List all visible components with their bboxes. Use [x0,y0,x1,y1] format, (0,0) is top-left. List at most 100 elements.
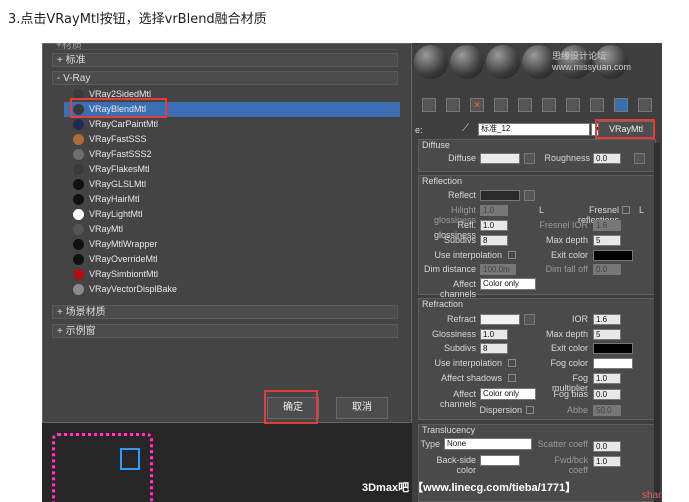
material-item[interactable]: VRayMtl [64,222,400,237]
put-to-library-icon[interactable] [518,98,532,112]
refraction-max-depth-label: Max depth [545,329,588,339]
abbe-input[interactable]: 50.0 [593,405,621,416]
fog-color-swatch[interactable] [593,358,633,369]
lock-l-button[interactable]: L [536,205,544,215]
refract-map-button[interactable] [524,314,535,325]
app-screenshot: +材质 + 标准 - V-Ray VRay2SidedMtl VRayBlend… [42,43,662,502]
dim-fall-off-input[interactable]: 0.0 [593,264,621,275]
refraction-glossiness-input[interactable]: 1.0 [480,329,508,340]
group-scene-materials[interactable]: + 场景材质 [52,305,398,319]
fresnel-ior-input[interactable]: 1.6 [593,220,621,231]
reflection-max-depth-input[interactable]: 5 [593,235,621,246]
material-name-field[interactable]: 标准_12 [478,123,590,136]
corner-watermark: shancun [642,490,662,501]
reflection-exit-color-label: Exit color [550,250,588,260]
fog-multiplier-input[interactable]: 1.0 [593,373,621,384]
put-to-scene-icon[interactable] [446,98,460,112]
diffuse-map-button[interactable] [524,153,535,164]
dispersion-label: Dispersion [479,405,522,415]
fresnel-ior-label: Fresnel IOR [539,220,588,230]
reflection-use-interpolation-checkbox[interactable] [508,251,516,259]
viewport-gizmo [120,448,140,470]
refraction-max-depth-input[interactable]: 5 [593,329,621,340]
material-swatch-icon [73,194,84,205]
fwd-bck-coeff-label: Fwd/bck coeff [554,455,588,475]
material-swatch-icon [73,284,84,295]
go-to-parent-icon[interactable] [614,98,628,112]
scatter-coeff-input[interactable]: 0.0 [593,441,621,452]
translucency-type-select[interactable]: None [444,438,532,450]
back-side-color-swatch[interactable] [480,455,520,466]
material-item[interactable]: VRayCarPaintMtl [64,117,400,132]
back-side-color-label: Back-side color [436,455,476,475]
material-item[interactable]: VRayFlakesMtl [64,162,400,177]
reflection-use-interpolation-label: Use interpolation [434,250,502,260]
panel-scrollbar[interactable] [654,143,660,502]
roughness-input[interactable]: 0.0 [593,153,621,164]
material-item[interactable]: VRayFastSSS2 [64,147,400,162]
refraction-affect-channels-select[interactable]: Color only [480,388,536,400]
fog-bias-label: Fog bias [553,389,588,399]
material-item[interactable]: VRaySimbiontMtl [64,267,400,282]
highlight-type-button [595,119,655,139]
fresnel-lock-l-button[interactable]: L [636,205,644,215]
group-standard[interactable]: + 标准 [52,53,398,67]
ior-label: IOR [571,314,588,324]
material-swatch-icon [73,179,84,190]
sample-slot-sphere[interactable] [522,45,556,79]
cancel-button[interactable]: 取消 [336,397,388,419]
material-item[interactable]: VRayFastSSS [64,132,400,147]
dispersion-checkbox[interactable] [526,406,534,414]
material-item[interactable]: VRayLightMtl [64,207,400,222]
reset-map-icon[interactable]: ✕ [470,98,484,112]
refraction-exit-color-swatch[interactable] [593,343,633,354]
refl-glossiness-input[interactable]: 1.0 [480,220,508,231]
group-sample-slots[interactable]: + 示例窗 [52,324,398,338]
refraction-subdivs-label: Subdivs [443,343,476,353]
ior-input[interactable]: 1.6 [593,314,621,325]
make-copy-icon[interactable] [494,98,508,112]
refraction-glossiness-label: Glossiness [431,329,476,339]
refraction-use-interpolation-checkbox[interactable] [508,359,516,367]
sample-slot-sphere[interactable] [450,45,484,79]
show-map-icon[interactable] [566,98,580,112]
material-item[interactable]: VRayVectorDisplBake [64,282,400,297]
reflect-color-swatch[interactable] [480,190,520,201]
refraction-subdivs-input[interactable]: 8 [480,343,508,354]
refract-label: Refract [446,314,476,324]
reflection-affect-channels-select[interactable]: Color only [480,278,536,290]
material-swatch-icon [73,224,84,235]
show-end-result-icon[interactable] [590,98,604,112]
material-item[interactable]: VRayOverrideMtl [64,252,400,267]
material-item[interactable]: VRayMtlWrapper [64,237,400,252]
go-forward-icon[interactable] [638,98,652,112]
fog-bias-input[interactable]: 0.0 [593,389,621,400]
material-name-label: e: [415,125,423,135]
refraction-use-interpolation-label: Use interpolation [434,358,502,368]
roughness-map-button[interactable] [634,153,645,164]
material-item[interactable]: VRayGLSLMtl [64,177,400,192]
group-vray[interactable]: - V-Ray [52,71,398,85]
hilight-glossiness-input[interactable]: 1.0 [480,205,508,216]
watermark: 思缘设计论坛 www.missyuan.com [552,51,632,72]
reflect-map-button[interactable] [524,190,535,201]
browser-top-group[interactable]: +材质 [56,43,396,50]
diffuse-color-swatch[interactable] [480,153,520,164]
sample-slot-sphere[interactable] [414,45,448,79]
reflection-exit-color-swatch[interactable] [593,250,633,261]
material-item[interactable]: VRayHairMtl [64,192,400,207]
dim-distance-input[interactable]: 100.0m [480,264,516,275]
highlight-vrayblendmtl [70,98,167,118]
affect-shadows-checkbox[interactable] [508,374,516,382]
material-swatch-icon [73,134,84,145]
material-id-icon[interactable] [542,98,556,112]
sample-slot-sphere[interactable] [486,45,520,79]
refract-color-swatch[interactable] [480,314,520,325]
eyedropper-icon[interactable]: ⟋ [462,123,469,134]
fresnel-reflections-checkbox[interactable] [622,206,630,214]
get-material-icon[interactable] [422,98,436,112]
fwd-bck-coeff-input[interactable]: 1.0 [593,456,621,467]
refraction-exit-color-label: Exit color [550,343,588,353]
reflection-subdivs-input[interactable]: 8 [480,235,508,246]
reflection-affect-channels-label: Affect channels [439,279,476,299]
